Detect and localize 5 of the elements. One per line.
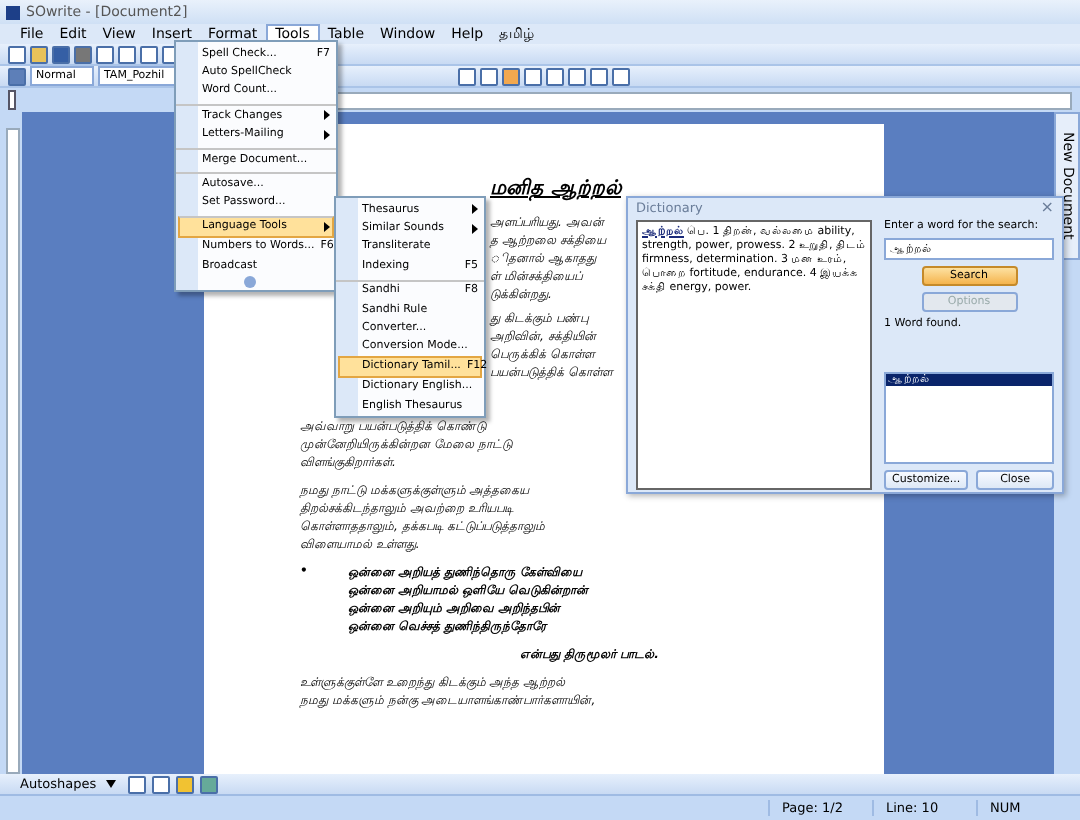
document-heading: மனித ஆற்றல் bbox=[490, 176, 621, 202]
submenu-arrow-icon bbox=[324, 221, 330, 232]
tab-selector[interactable] bbox=[8, 90, 16, 110]
app-icon bbox=[6, 5, 20, 19]
caret-icon[interactable] bbox=[106, 780, 117, 788]
